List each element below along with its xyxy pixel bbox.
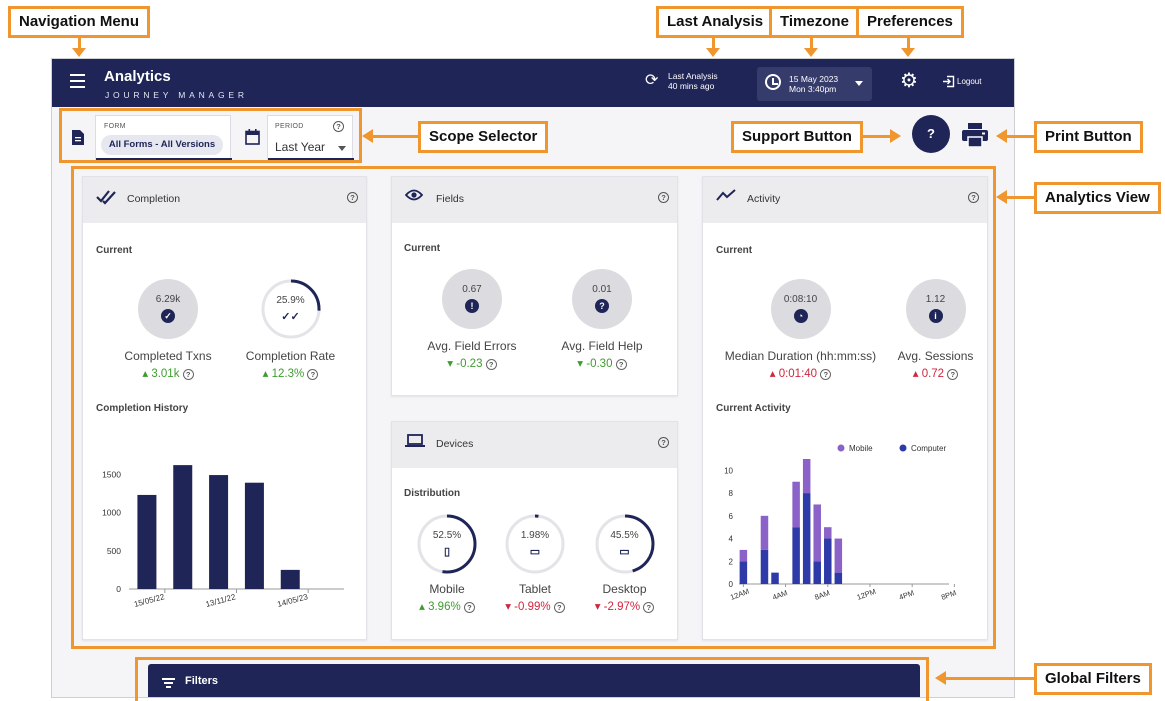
screenshot: Analytics JOURNEY MANAGER ⟳ Last Analysi… [0,0,1165,701]
app-subtitle: JOURNEY MANAGER [105,90,248,100]
timezone-selector[interactable]: 15 May 2023 Mon 3:40pm [757,67,872,101]
callout-arrow-head [706,48,720,57]
top-bar: Analytics JOURNEY MANAGER ⟳ Last Analysi… [52,59,1014,107]
logout-button[interactable]: Logout [942,75,981,88]
callout-support-button: Support Button [731,121,863,153]
refresh-icon[interactable]: ⟳ [645,73,658,89]
gear-icon[interactable]: ⚙ [900,71,918,91]
timezone-text: 15 May 2023 Mon 3:40pm [789,74,838,94]
caret-down-icon [855,81,863,86]
global-filters-highlight [135,657,929,701]
callout-arrow [945,677,1034,680]
logout-icon [943,75,955,88]
callout-last-analysis: Last Analysis [656,6,775,38]
callout-arrow [862,135,890,138]
app-title: Analytics [104,68,171,85]
callout-arrow-head [804,48,818,57]
callout-global-filters: Global Filters [1034,663,1152,695]
last-analysis-time: 40 mins ago [668,81,715,91]
callout-analytics-view: Analytics View [1034,182,1161,214]
last-analysis[interactable]: Last Analysis 40 mins ago [668,71,718,91]
timezone-time: Mon 3:40pm [789,84,837,94]
callout-preferences: Preferences [856,6,964,38]
menu-icon[interactable] [70,74,85,88]
scope-selector-highlight [59,108,362,163]
analytics-view-highlight [71,166,996,649]
callout-navigation-menu: Navigation Menu [8,6,151,38]
callout-arrow-head [935,671,946,685]
last-analysis-label: Last Analysis [668,71,718,81]
timezone-date: 15 May 2023 [789,74,839,84]
callout-timezone: Timezone [769,6,860,38]
callout-arrow [372,135,418,138]
callout-print-button: Print Button [1034,121,1143,153]
callout-arrow-head [72,48,86,57]
support-button[interactable]: ? [912,115,950,153]
callout-arrow-head [901,48,915,57]
callout-scope-selector: Scope Selector [418,121,549,153]
printer-icon[interactable] [962,123,988,147]
callout-arrow [1006,196,1034,199]
callout-arrow-head [996,129,1007,143]
callout-arrow-head [996,190,1007,204]
callout-arrow-head [362,129,373,143]
clock-icon [765,74,781,90]
callout-arrow [1006,135,1034,138]
callout-arrow-head [890,129,901,143]
logout-label: Logout [957,77,982,86]
